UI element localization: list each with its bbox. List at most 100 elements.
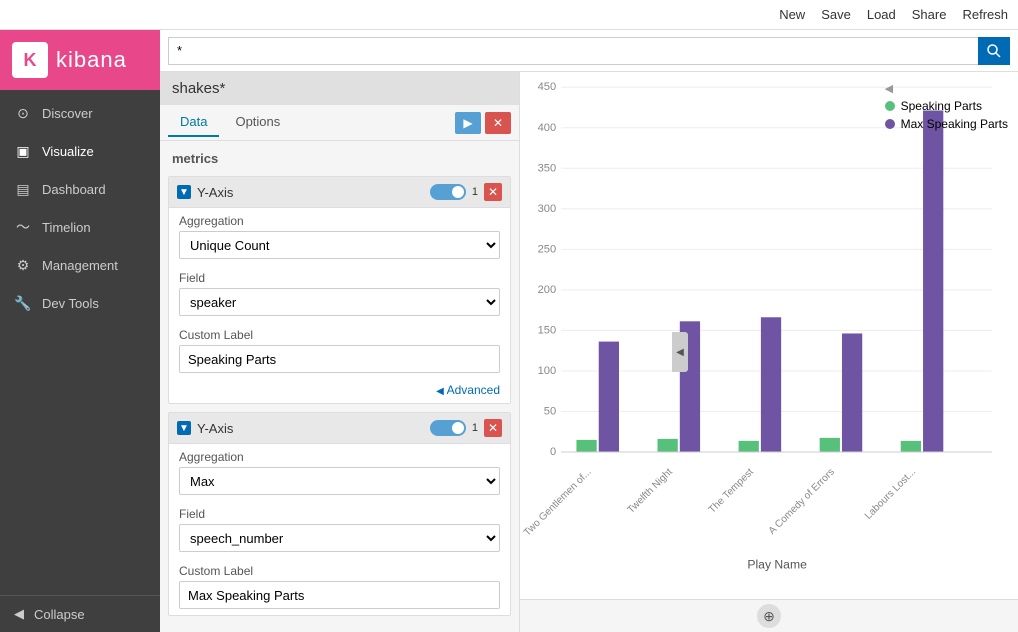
bar-max-3 bbox=[761, 317, 781, 452]
sidebar-item-label-visualize: Visualize bbox=[42, 144, 94, 159]
svg-text:50: 50 bbox=[544, 406, 556, 418]
svg-text:300: 300 bbox=[538, 203, 557, 215]
yaxis-toggle-switch-2[interactable] bbox=[430, 420, 466, 436]
yaxis-title-2: ▼ Y-Axis bbox=[177, 421, 233, 436]
yaxis-title-1: ▼ Y-Axis bbox=[177, 185, 233, 200]
svg-text:100: 100 bbox=[538, 365, 557, 377]
yaxis-controls-1: 1 ✕ bbox=[430, 183, 502, 201]
yaxis-block-2: ▼ Y-Axis 1 ✕ Aggregation bbox=[168, 412, 511, 616]
bar-sp-3 bbox=[739, 441, 759, 452]
aggregation-group-2: Aggregation Unique Count Count Average S… bbox=[169, 444, 510, 501]
panel-header: shakes* bbox=[160, 72, 519, 105]
legend-item-speaking-parts: Speaking Parts bbox=[885, 99, 1008, 113]
kibana-logo-icon: K bbox=[12, 42, 48, 78]
aggregation-select-1[interactable]: Unique Count Count Average Sum Min Max bbox=[179, 231, 500, 259]
tab-data[interactable]: Data bbox=[168, 108, 219, 137]
svg-text:250: 250 bbox=[538, 243, 557, 255]
top-bar-actions: New Save Load Share Refresh bbox=[779, 7, 1008, 22]
legend-dot-speaking bbox=[885, 101, 895, 111]
load-button[interactable]: Load bbox=[867, 7, 896, 22]
sidebar: K kibana ⊙ Discover ▣ Visualize ▤ Dashbo… bbox=[0, 30, 160, 632]
svg-text:Labours Lost...: Labours Lost... bbox=[863, 467, 918, 522]
play-button[interactable]: ▶ bbox=[455, 112, 481, 134]
yaxis-block-1: ▼ Y-Axis 1 ✕ Aggregation bbox=[168, 176, 511, 404]
custom-label-group-1: Custom Label bbox=[169, 322, 510, 379]
advanced-link-1[interactable]: Advanced bbox=[169, 379, 510, 403]
sidebar-item-label-management: Management bbox=[42, 258, 118, 273]
legend-dot-max bbox=[885, 119, 895, 129]
field-select-2[interactable]: speaker play_name speech_number bbox=[179, 524, 500, 552]
main-layout: K kibana ⊙ Discover ▣ Visualize ▤ Dashbo… bbox=[0, 30, 1018, 632]
chart-bottom: ⊕ bbox=[520, 599, 1018, 632]
yaxis-toggle-1[interactable]: ▼ bbox=[177, 185, 191, 199]
sidebar-item-label-dashboard: Dashboard bbox=[42, 182, 106, 197]
sidebar-item-discover[interactable]: ⊙ Discover bbox=[0, 94, 160, 132]
top-bar: New Save Load Share Refresh bbox=[0, 0, 1018, 30]
field-select-1[interactable]: speaker play_name speech_number bbox=[179, 288, 500, 316]
toggle-knob-2 bbox=[452, 422, 464, 434]
chart-legend: ◀ Speaking Parts Max Speaking Parts bbox=[885, 82, 1008, 131]
svg-text:200: 200 bbox=[538, 284, 557, 296]
svg-text:150: 150 bbox=[538, 324, 557, 336]
yaxis-header-1: ▼ Y-Axis 1 ✕ bbox=[169, 177, 510, 208]
yaxis-remove-1[interactable]: ✕ bbox=[484, 183, 502, 201]
yaxis-label-1: Y-Axis bbox=[197, 185, 233, 200]
visualize-icon: ▣ bbox=[14, 142, 32, 160]
aggregation-group-1: Aggregation Unique Count Count Average S… bbox=[169, 208, 510, 265]
sidebar-item-visualize[interactable]: ▣ Visualize bbox=[0, 132, 160, 170]
share-button[interactable]: Share bbox=[912, 7, 947, 22]
legend-label-max: Max Speaking Parts bbox=[901, 117, 1008, 131]
sidebar-item-management[interactable]: ⚙ Management bbox=[0, 246, 160, 284]
panel-collapse-arrow[interactable]: ◀ bbox=[672, 332, 688, 372]
bar-sp-5 bbox=[901, 441, 921, 452]
sidebar-item-devtools[interactable]: 🔧 Dev Tools bbox=[0, 284, 160, 322]
yaxis-toggle-2[interactable]: ▼ bbox=[177, 421, 191, 435]
svg-text:Twelfth Night: Twelfth Night bbox=[626, 467, 675, 516]
sidebar-item-label-timelion: Timelion bbox=[42, 220, 91, 235]
new-button[interactable]: New bbox=[779, 7, 805, 22]
search-button[interactable] bbox=[978, 37, 1010, 65]
custom-label-input-1[interactable] bbox=[179, 345, 500, 373]
bar-sp-4 bbox=[820, 438, 840, 452]
yaxis-header-2: ▼ Y-Axis 1 ✕ bbox=[169, 413, 510, 444]
field-group-1: Field speaker play_name speech_number bbox=[169, 265, 510, 322]
dashboard-icon: ▤ bbox=[14, 180, 32, 198]
svg-text:0: 0 bbox=[550, 446, 556, 458]
tab-options[interactable]: Options bbox=[223, 108, 292, 137]
close-tab-button[interactable]: ✕ bbox=[485, 112, 511, 134]
metrics-section-title: metrics bbox=[160, 141, 519, 172]
sidebar-collapse-button[interactable]: ◀ Collapse bbox=[0, 595, 160, 632]
chart-zoom-button[interactable]: ⊕ bbox=[757, 604, 781, 628]
sidebar-item-dashboard[interactable]: ▤ Dashboard bbox=[0, 170, 160, 208]
collapse-icon: ◀ bbox=[14, 606, 24, 622]
field-label-1: Field bbox=[179, 271, 500, 285]
toggle-num-2: 1 bbox=[472, 422, 478, 434]
field-label-2: Field bbox=[179, 507, 500, 521]
svg-text:400: 400 bbox=[538, 122, 557, 134]
timelion-icon: 〜 bbox=[14, 218, 32, 236]
sidebar-logo-text: kibana bbox=[56, 47, 127, 73]
svg-text:A Comedy of Errors: A Comedy of Errors bbox=[767, 467, 837, 537]
bar-max-1 bbox=[599, 342, 619, 452]
svg-text:350: 350 bbox=[538, 162, 557, 174]
custom-label-input-2[interactable] bbox=[179, 581, 500, 609]
yaxis-toggle-switch-1[interactable] bbox=[430, 184, 466, 200]
panel-tabs: Data Options ▶ ✕ bbox=[160, 105, 519, 141]
refresh-button[interactable]: Refresh bbox=[962, 7, 1008, 22]
aggregation-select-2[interactable]: Unique Count Count Average Sum Min Max bbox=[179, 467, 500, 495]
yaxis-remove-2[interactable]: ✕ bbox=[484, 419, 502, 437]
search-input[interactable] bbox=[168, 37, 978, 65]
legend-nav-left[interactable]: ◀ bbox=[885, 82, 1008, 95]
sidebar-nav: ⊙ Discover ▣ Visualize ▤ Dashboard 〜 Tim… bbox=[0, 90, 160, 595]
left-panel: shakes* Data Options ▶ ✕ metrics bbox=[160, 72, 520, 632]
custom-label-group-2: Custom Label bbox=[169, 558, 510, 615]
bar-max-5 bbox=[923, 111, 943, 453]
aggregation-label-2: Aggregation bbox=[179, 450, 500, 464]
toggle-num-1: 1 bbox=[472, 186, 478, 198]
legend-label-speaking: Speaking Parts bbox=[901, 99, 982, 113]
tabs-left: Data Options bbox=[168, 108, 292, 137]
collapse-label: Collapse bbox=[34, 607, 85, 622]
sidebar-item-timelion[interactable]: 〜 Timelion bbox=[0, 208, 160, 246]
save-button[interactable]: Save bbox=[821, 7, 851, 22]
chart-area: ◀ Speaking Parts Max Speaking Parts 450 bbox=[520, 72, 1018, 632]
